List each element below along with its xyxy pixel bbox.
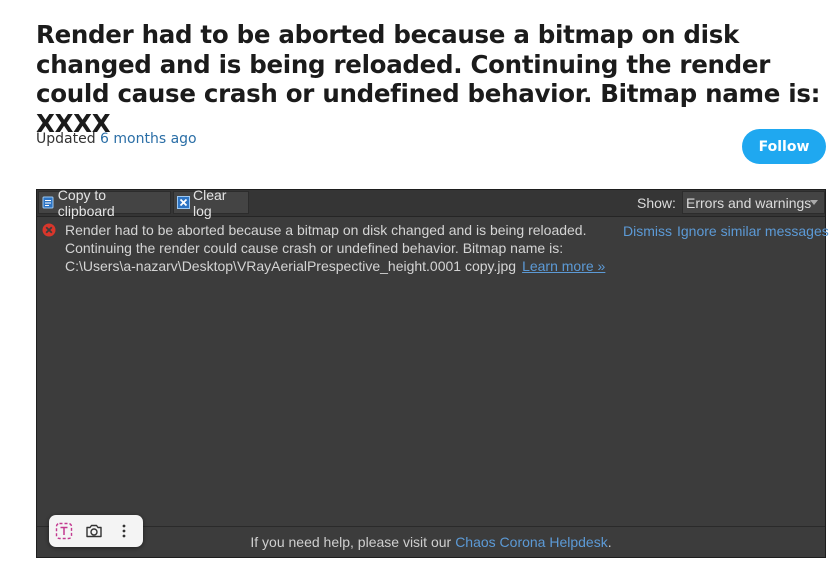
helpdesk-link[interactable]: Chaos Corona Helpdesk	[455, 534, 608, 550]
help-footer: If you need help, please visit our Chaos…	[37, 526, 825, 557]
clear-icon	[177, 196, 190, 209]
dismiss-link[interactable]: Dismiss	[623, 223, 672, 239]
floating-toolbar	[49, 515, 143, 547]
footer-text: If you need help, please visit our	[250, 534, 452, 550]
clear-log-button[interactable]: Clear log	[173, 187, 249, 219]
updated-time: 6 months ago	[100, 131, 197, 147]
more-icon[interactable]	[109, 516, 139, 546]
log-message-text: Render had to be aborted because a bitma…	[65, 222, 587, 274]
updated-prefix: Updated	[36, 131, 96, 147]
log-toolbar: Copy to clipboard Clear log Show: Errors…	[37, 187, 825, 219]
follow-button[interactable]: Follow	[742, 129, 826, 164]
log-window: Copy to clipboard Clear log Show: Errors…	[36, 187, 829, 558]
ignore-similar-link[interactable]: Ignore similar messages	[677, 223, 829, 239]
learn-more-link[interactable]: Learn more »	[522, 258, 605, 274]
clipboard-icon	[42, 196, 55, 209]
page-title: Render had to be aborted because a bitma…	[36, 20, 821, 138]
copy-to-clipboard-button[interactable]: Copy to clipboard	[38, 187, 171, 219]
text-select-icon[interactable]	[49, 516, 79, 546]
updated-info: Updated 6 months ago	[36, 131, 197, 147]
chevron-down-icon	[810, 200, 818, 205]
camera-icon[interactable]	[79, 516, 109, 546]
copy-label: Copy to clipboard	[57, 186, 115, 219]
show-label: Show:	[637, 195, 676, 211]
footer-end: .	[607, 534, 612, 550]
show-filter-select[interactable]: Errors and warnings	[682, 191, 825, 214]
log-message: Render had to be aborted because a bitma…	[65, 221, 613, 275]
show-filter-value: Errors and warnings	[686, 194, 812, 211]
clear-label: Clear log	[193, 186, 227, 219]
error-icon	[42, 223, 56, 237]
